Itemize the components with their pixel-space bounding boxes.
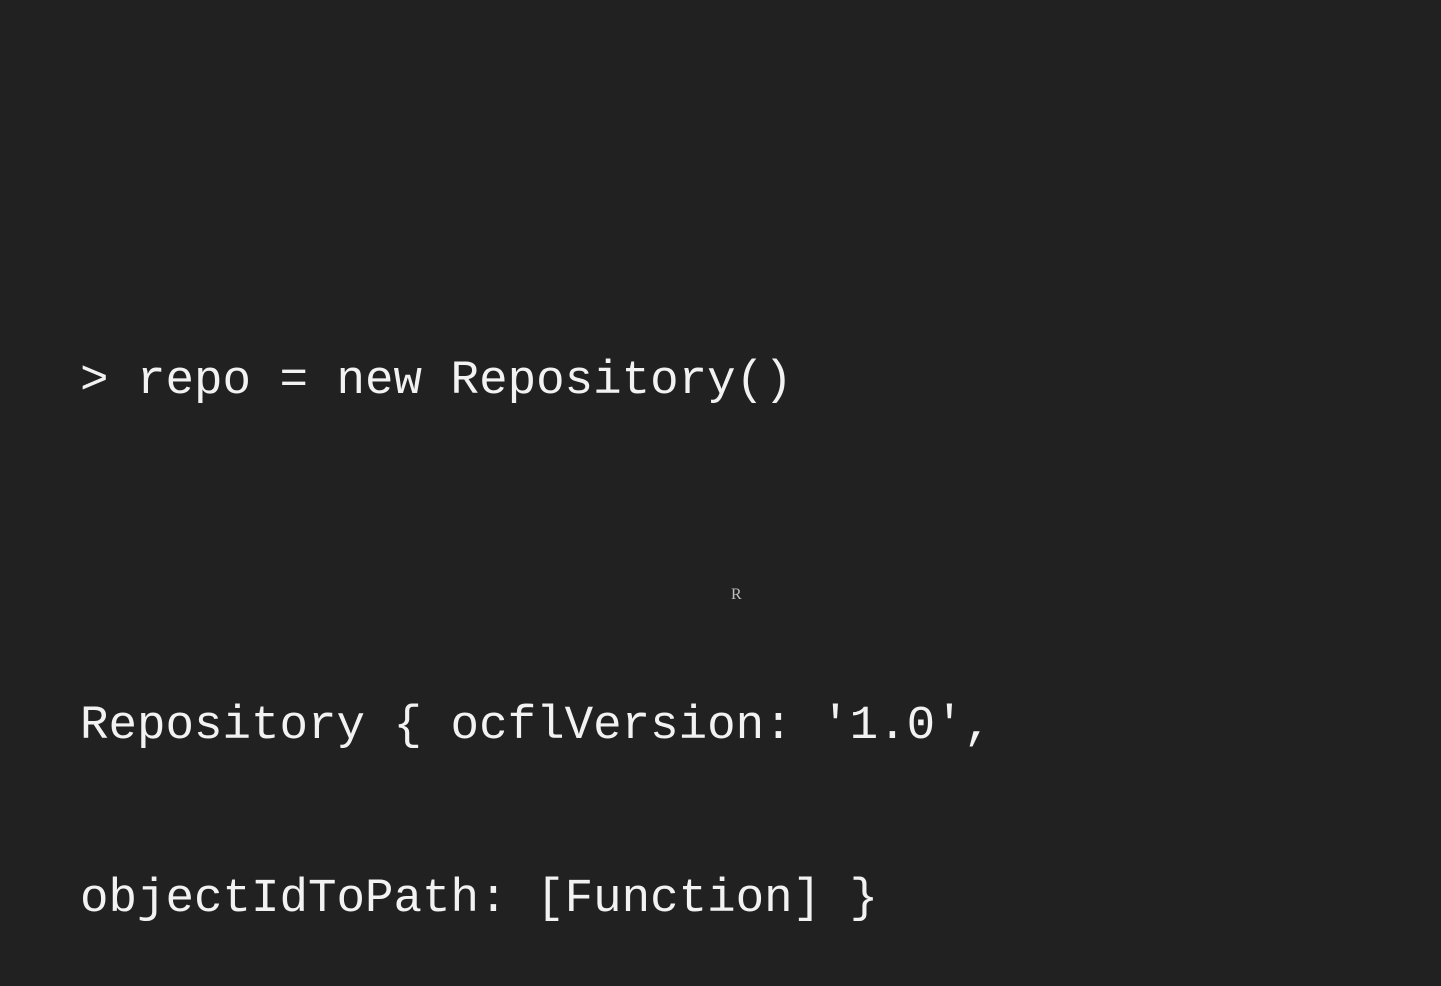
code-line-result-1: Repository { ocflVersion: '1.0',: [80, 699, 993, 753]
slide-marker: R: [731, 586, 742, 603]
code-output: > repo = new Repository() Repository { o…: [80, 238, 992, 986]
code-line-command: > repo = new Repository(): [80, 354, 793, 408]
code-line-result-2: objectIdToPath: [Function] }: [80, 871, 879, 926]
